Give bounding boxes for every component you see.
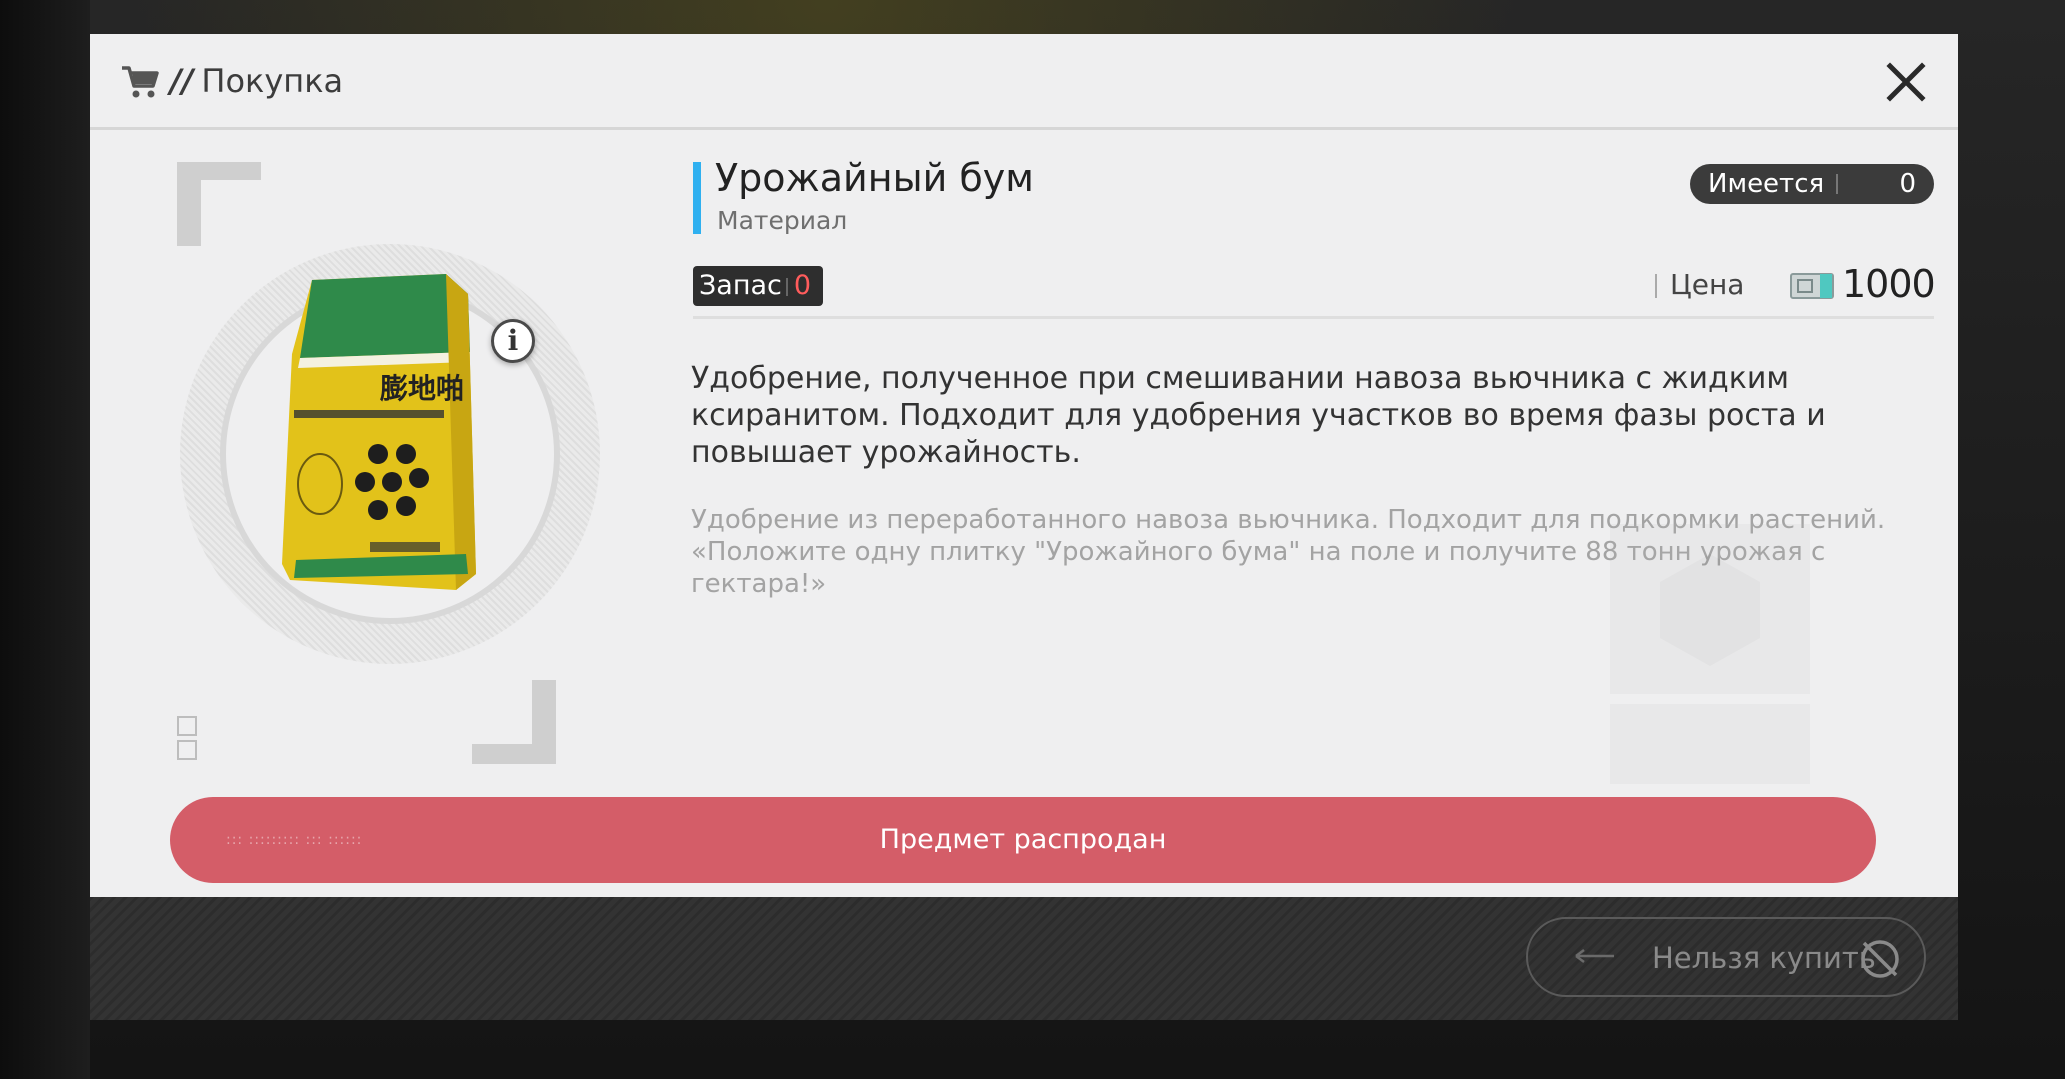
frame-corner xyxy=(177,162,201,246)
watermark-emblem xyxy=(1610,524,1810,784)
dialog-header: //Покупка xyxy=(90,34,1958,130)
page-indicator xyxy=(177,716,197,764)
dialog-footer: Нельзя купить xyxy=(90,897,1958,1020)
sold-out-bar[interactable]: ::: ::::::::: ::: :::::: Предмет распрод… xyxy=(170,797,1876,883)
dialog-title: //Покупка xyxy=(170,62,344,100)
divider xyxy=(693,316,1934,319)
buy-button[interactable]: Нельзя купить xyxy=(1526,917,1926,997)
price-label: Цена xyxy=(1670,268,1745,301)
frame-corner xyxy=(472,744,556,764)
close-icon[interactable] xyxy=(1882,58,1930,106)
owned-value: 0 xyxy=(1899,169,1916,199)
sold-out-label: Предмет распродан xyxy=(879,824,1167,855)
owned-badge: Имеется 0 xyxy=(1690,164,1934,204)
item-description: Удобрение, полученное при смешивании нав… xyxy=(691,361,1826,470)
bag-label: 膨地啪 xyxy=(379,372,464,405)
price-value: 1000 xyxy=(1842,262,1936,306)
stock-badge: Запас 0 xyxy=(693,266,824,306)
title-accent xyxy=(693,162,701,234)
stock-label: Запас xyxy=(699,270,782,301)
ban-icon xyxy=(1861,940,1899,978)
item-type: Материал xyxy=(717,206,848,235)
item-name: Урожайный бум xyxy=(715,156,1034,200)
info-icon[interactable]: i xyxy=(491,319,535,363)
arrow-left-icon xyxy=(1575,949,1614,963)
purchase-dialog: //Покупка 膨地啪 i Урожайный бум Материал И… xyxy=(90,34,1958,1020)
stock-value: 0 xyxy=(793,270,812,301)
item-image: 膨地啪 xyxy=(282,274,476,590)
buy-button-label: Нельзя купить xyxy=(1652,941,1876,975)
cart-icon xyxy=(122,66,159,98)
currency-icon xyxy=(1790,273,1834,299)
owned-label: Имеется xyxy=(1708,169,1825,199)
